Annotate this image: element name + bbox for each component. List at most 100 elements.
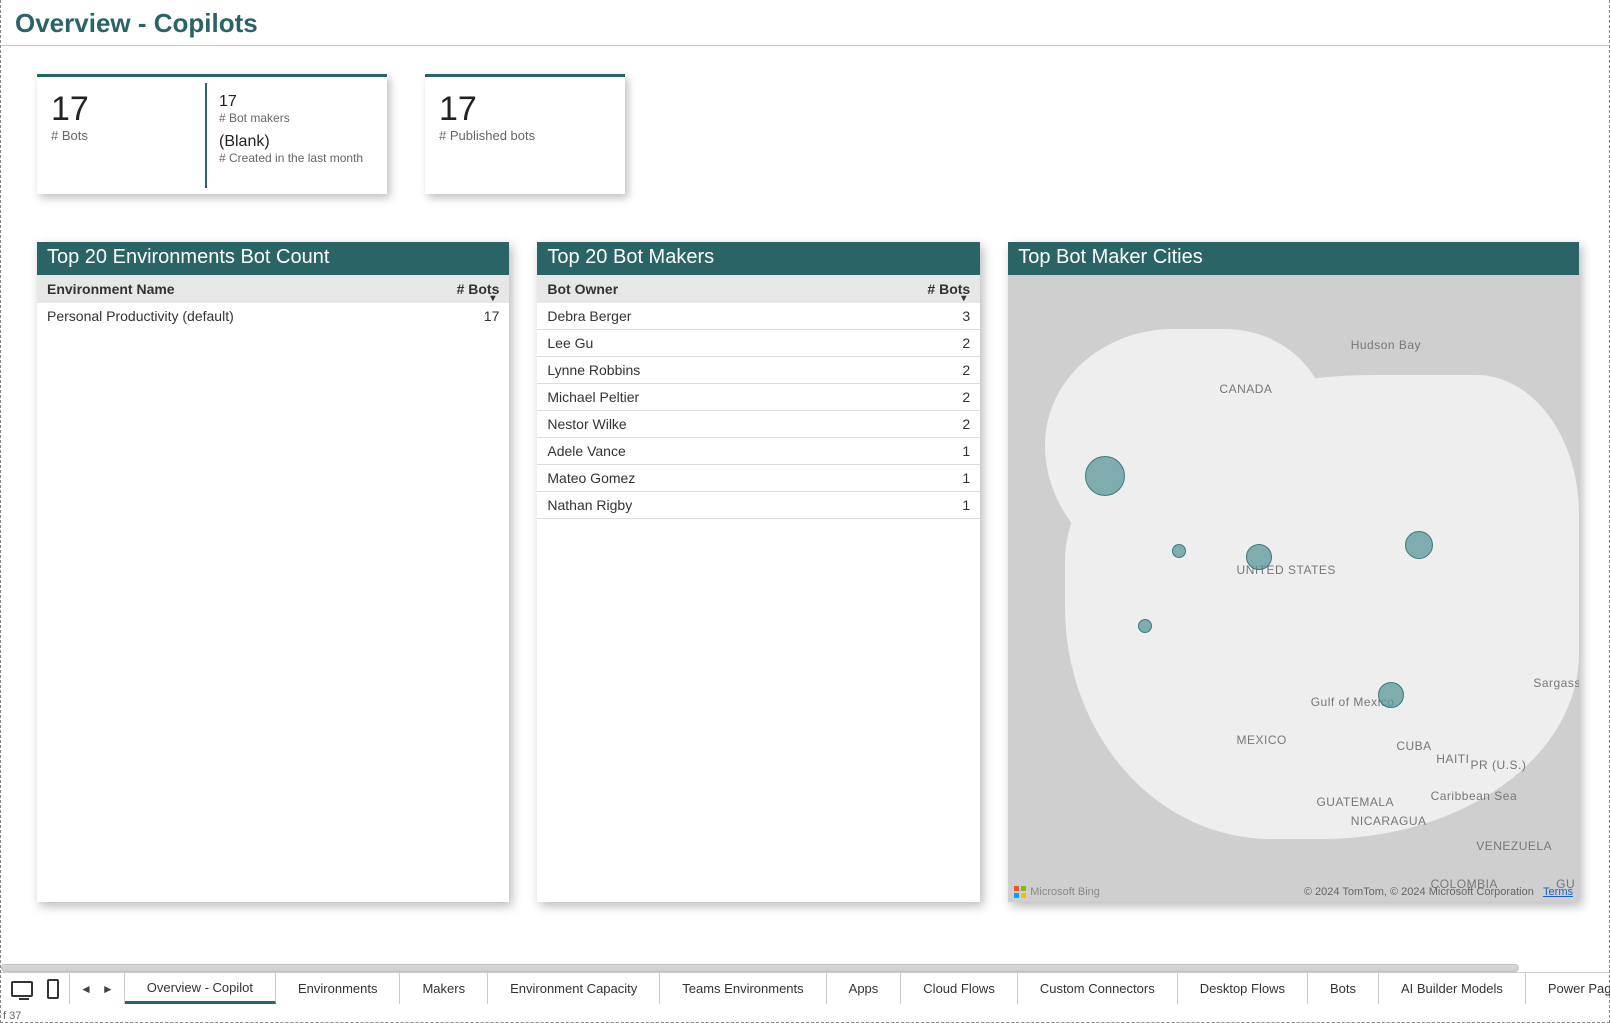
maker-name-cell: Nathan Rigby <box>537 492 822 519</box>
kpi-bot-makers: 17 # Bot makers <box>219 93 375 125</box>
map-geo-label: HAITI <box>1436 752 1469 766</box>
maker-name-cell: Mateo Gomez <box>537 465 822 492</box>
kpi-row: 17 # Bots 17 # Bot makers (Blank) # Crea… <box>1 74 1609 194</box>
env-name-cell: Personal Productivity (default) <box>37 303 399 329</box>
page-tab[interactable]: Custom Connectors <box>1018 973 1178 1004</box>
map-bubble[interactable] <box>1378 682 1404 708</box>
kpi-bots-label: # Bots <box>51 128 191 143</box>
table-row[interactable]: Adele Vance1 <box>537 438 980 465</box>
horizontal-scrollbar[interactable] <box>1 964 1519 972</box>
title-divider <box>1 45 1609 46</box>
bing-attribution: Microsoft Bing <box>1014 886 1100 898</box>
map-geo-label: CUBA <box>1396 739 1431 753</box>
mobile-view-icon[interactable] <box>47 979 59 999</box>
maker-name-cell: Nestor Wilke <box>537 411 822 438</box>
kpi-bots: 17 # Bots <box>37 77 205 194</box>
kpi-created-label: # Created in the last month <box>219 151 375 165</box>
maker-bots-cell: 2 <box>822 411 980 438</box>
page-tab[interactable]: AI Builder Models <box>1379 973 1526 1004</box>
microsoft-logo-icon <box>1014 886 1026 898</box>
page-tab[interactable]: Cloud Flows <box>901 973 1018 1004</box>
panel-bot-makers[interactable]: Top 20 Bot Makers Bot Owner # Bots ▾ Deb… <box>537 242 980 902</box>
maker-name-cell: Lynne Robbins <box>537 357 822 384</box>
kpi-published-value: 17 <box>439 91 611 128</box>
env-col-name[interactable]: Environment Name <box>37 275 399 303</box>
sort-desc-icon: ▾ <box>961 293 966 304</box>
maker-name-cell: Debra Berger <box>537 303 822 330</box>
maker-bots-cell: 1 <box>822 465 980 492</box>
maker-bots-cell: 1 <box>822 492 980 519</box>
view-mode-switch <box>1 973 70 1004</box>
page-tab[interactable]: Power Pages <box>1526 973 1610 1004</box>
map-bubble[interactable] <box>1085 456 1125 496</box>
page-tab[interactable]: Teams Environments <box>660 973 826 1004</box>
page-tab[interactable]: Overview - Copilot <box>125 973 276 1004</box>
kpi-created-last-month: (Blank) # Created in the last month <box>219 133 375 165</box>
map-geo-label: Sargass <box>1533 676 1579 690</box>
panel-environments[interactable]: Top 20 Environments Bot Count Environmen… <box>37 242 509 902</box>
panel-map[interactable]: Top Bot Maker Cities Hudson BayCANADAUNI… <box>1008 242 1579 902</box>
map-geo-label: MEXICO <box>1237 733 1287 747</box>
page-counter: f 37 <box>3 1010 21 1022</box>
page-title: Overview - Copilots <box>1 0 1609 45</box>
page-tab[interactable]: Desktop Flows <box>1178 973 1308 1004</box>
page-tab[interactable]: Bots <box>1308 973 1379 1004</box>
page-tab[interactable]: Apps <box>827 973 902 1004</box>
environments-table: Environment Name # Bots ▾ Personal Produ… <box>37 275 509 329</box>
maker-bots-cell: 2 <box>822 384 980 411</box>
maker-name-cell: Michael Peltier <box>537 384 822 411</box>
makers-col-owner[interactable]: Bot Owner <box>537 275 822 303</box>
map-copyright: © 2024 TomTom, © 2024 Microsoft Corporat… <box>1304 886 1573 898</box>
makers-col-bots[interactable]: # Bots ▾ <box>822 275 980 303</box>
maker-bots-cell: 1 <box>822 438 980 465</box>
makers-table: Bot Owner # Bots ▾ Debra Berger3Lee Gu2L… <box>537 275 980 519</box>
kpi-bots-value: 17 <box>51 91 191 128</box>
report-canvas: Overview - Copilots 17 # Bots 17 # Bot m… <box>0 0 1610 1023</box>
kpi-published-label: # Published bots <box>439 128 611 143</box>
desktop-view-icon[interactable] <box>11 981 33 997</box>
map-bubble[interactable] <box>1405 531 1433 559</box>
panel-makers-title: Top 20 Bot Makers <box>537 242 980 275</box>
panel-row: Top 20 Environments Bot Count Environmen… <box>1 194 1609 902</box>
table-row[interactable]: Lynne Robbins2 <box>537 357 980 384</box>
map-attribution-text: © 2024 TomTom, © 2024 Microsoft Corporat… <box>1304 886 1534 898</box>
map-geo-label: VENEZUELA <box>1476 839 1552 853</box>
maker-name-cell: Lee Gu <box>537 330 822 357</box>
table-row[interactable]: Personal Productivity (default)17 <box>37 303 509 329</box>
kpi-created-value: (Blank) <box>219 133 375 151</box>
table-row[interactable]: Nestor Wilke2 <box>537 411 980 438</box>
page-tab-strip: ◄ ► Overview - CopilotEnvironmentsMakers… <box>1 972 1609 1004</box>
table-row[interactable]: Nathan Rigby1 <box>537 492 980 519</box>
kpi-right-stack: 17 # Bot makers (Blank) # Created in the… <box>205 83 387 188</box>
maker-bots-cell: 3 <box>822 303 980 330</box>
tab-next-icon[interactable]: ► <box>102 982 114 996</box>
kpi-bot-makers-value: 17 <box>219 93 375 111</box>
bing-label: Microsoft Bing <box>1030 886 1100 898</box>
map-geo-label: CANADA <box>1219 382 1272 396</box>
tab-prev-icon[interactable]: ◄ <box>80 982 92 996</box>
maker-bots-cell: 2 <box>822 330 980 357</box>
tab-nav-arrows: ◄ ► <box>70 973 125 1004</box>
panel-map-title: Top Bot Maker Cities <box>1008 242 1579 275</box>
maker-name-cell: Adele Vance <box>537 438 822 465</box>
kpi-card-bots-makers[interactable]: 17 # Bots 17 # Bot makers (Blank) # Crea… <box>37 74 387 194</box>
table-row[interactable]: Mateo Gomez1 <box>537 465 980 492</box>
env-col-bots[interactable]: # Bots ▾ <box>399 275 509 303</box>
panel-environments-title: Top 20 Environments Bot Count <box>37 242 509 275</box>
page-tab[interactable]: Environment Capacity <box>488 973 660 1004</box>
page-tab[interactable]: Makers <box>400 973 488 1004</box>
table-row[interactable]: Michael Peltier2 <box>537 384 980 411</box>
table-row[interactable]: Debra Berger3 <box>537 303 980 330</box>
env-bots-cell: 17 <box>399 303 509 329</box>
kpi-bot-makers-label: # Bot makers <box>219 111 375 125</box>
sort-desc-icon: ▾ <box>490 293 495 304</box>
map-terms-link[interactable]: Terms <box>1543 886 1573 898</box>
page-tab[interactable]: Environments <box>276 973 400 1004</box>
map-geo-label: PR (U.S.) <box>1471 758 1527 772</box>
map-geo-label: Hudson Bay <box>1351 338 1421 352</box>
map-visual[interactable]: Hudson BayCANADAUNITED STATESGulf of Mex… <box>1008 275 1579 902</box>
maker-bots-cell: 2 <box>822 357 980 384</box>
map-geo-label: Caribbean Sea <box>1431 789 1518 803</box>
kpi-card-published-bots[interactable]: 17 # Published bots <box>425 74 625 194</box>
table-row[interactable]: Lee Gu2 <box>537 330 980 357</box>
